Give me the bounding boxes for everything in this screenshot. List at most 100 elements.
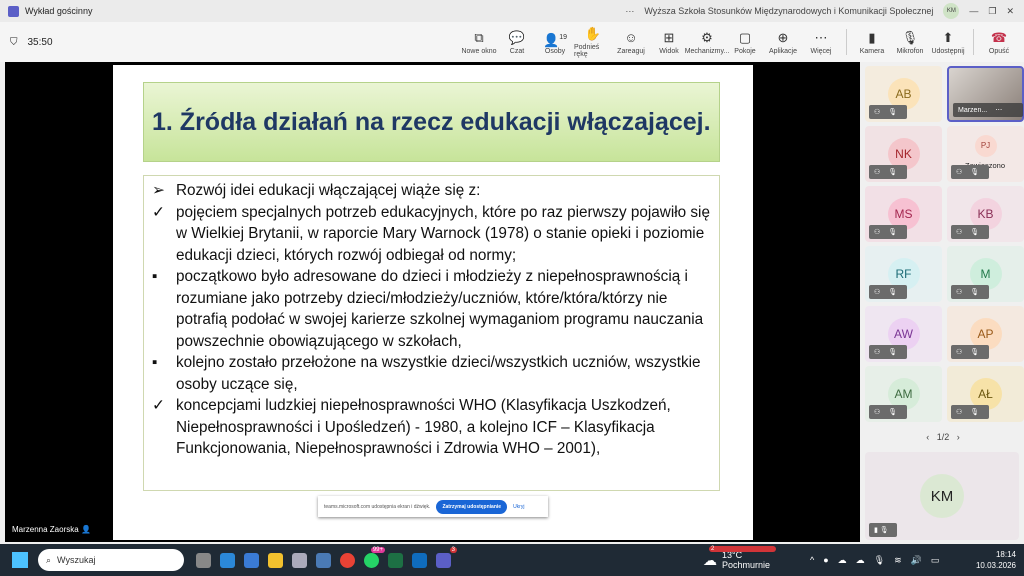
- participant-avatar: PJ: [975, 135, 997, 157]
- participant-tile[interactable]: M⚇🎙: [947, 246, 1024, 302]
- window-title: Wykład gościnny: [25, 6, 92, 16]
- computer-icon[interactable]: [316, 553, 331, 568]
- slide-body: ➢Rozwój idei edukacji włączającej wiąże …: [143, 175, 720, 491]
- user-avatar[interactable]: KM: [943, 3, 959, 19]
- tool-8[interactable]: ⊕Aplikacje: [764, 30, 802, 55]
- clock[interactable]: 18:1410.03.2026: [976, 549, 1016, 571]
- prev-page-button[interactable]: ‹: [926, 432, 929, 442]
- participant-tile[interactable]: KB⚇🎙: [947, 186, 1024, 242]
- tool-6[interactable]: ⚙Mechanizmy...: [688, 30, 726, 55]
- excel-icon[interactable]: [388, 553, 403, 568]
- teams-logo-icon: [8, 6, 19, 17]
- participant-name: Marzen...: [958, 107, 987, 114]
- share-icon: ⬆: [943, 30, 954, 45]
- leave-label: Opuść: [989, 48, 1009, 55]
- wifi-icon[interactable]: ≋: [894, 555, 902, 566]
- tool-icon: ▢: [739, 30, 751, 45]
- tool-0[interactable]: ⧉ Nowe okno: [460, 30, 498, 55]
- teams-badge: 3: [450, 547, 457, 553]
- participant-tile[interactable]: RF⚇🎙: [865, 246, 942, 302]
- outlook-icon[interactable]: [412, 553, 427, 568]
- minimize-button[interactable]: —: [969, 6, 978, 16]
- title-bar: Wykład gościnny ··· Wyższa Szkoła Stosunk…: [0, 0, 1024, 22]
- mic-muted-icon[interactable]: 🎙: [874, 555, 885, 566]
- mic-label: Mikrofon: [897, 48, 924, 55]
- battery-icon[interactable]: ▭: [931, 555, 940, 566]
- file-explorer-icon[interactable]: [268, 553, 283, 568]
- participant-badge: ⚇🎙: [869, 405, 907, 419]
- mic-off-icon: 🎙: [970, 408, 979, 416]
- item-text: Rozwój idei edukacji włączającej wiąże s…: [176, 180, 480, 202]
- tool-icon: ⊞: [664, 30, 675, 45]
- tool-3[interactable]: ✋Podnieś rękę: [574, 26, 612, 58]
- next-page-button[interactable]: ›: [957, 432, 960, 442]
- bullet-icon: ▪: [152, 266, 176, 352]
- participant-badge: ⚇🎙: [869, 225, 907, 239]
- tool-2[interactable]: 👤19Osoby: [536, 30, 574, 55]
- tool-1[interactable]: 💬Czat: [498, 30, 536, 55]
- hand-icon: ⚇: [874, 408, 880, 416]
- participant-tile[interactable]: PJZawieszono⚇🎙: [947, 126, 1024, 182]
- help-icon[interactable]: [220, 553, 235, 568]
- system-tray: ^ ● ☁ ☁ 🎙 ≋ 🔊 ▭: [810, 555, 939, 566]
- slide-list-item: ✓koncepcjami ludzkiej niepełnosprawności…: [152, 395, 711, 460]
- volume-icon[interactable]: 🔊: [911, 555, 922, 566]
- participant-tile[interactable]: NK⚇🎙: [865, 126, 942, 182]
- participant-tile[interactable]: MS⚇🎙: [865, 186, 942, 242]
- teams-icon[interactable]: 3: [436, 553, 451, 568]
- participant-tile[interactable]: AP⚇🎙: [947, 306, 1024, 362]
- store-icon[interactable]: [244, 553, 259, 568]
- chevron-up-icon[interactable]: ^: [810, 555, 814, 566]
- camera-button[interactable]: ▮Kamera: [853, 30, 891, 55]
- chrome-icon[interactable]: [340, 553, 355, 568]
- search-icon: ⌕: [46, 555, 51, 566]
- tool-4[interactable]: ☺Zareaguj: [612, 30, 650, 55]
- taskbar-search[interactable]: ⌕Wyszukaj: [38, 549, 184, 571]
- mic-off-icon: 🎙: [888, 228, 897, 236]
- onedrive-icon[interactable]: ☁: [856, 555, 865, 566]
- close-button[interactable]: ✕: [1006, 6, 1014, 17]
- participant-tile[interactable]: AB⚇🎙: [865, 66, 942, 122]
- teams-tray-icon[interactable]: ●: [823, 555, 828, 566]
- tool-icon: ✋: [585, 26, 601, 41]
- tool-icon: 👤19: [543, 30, 567, 45]
- participant-tile[interactable]: Marzen... ⋯: [947, 66, 1024, 122]
- task-view-icon[interactable]: [196, 553, 211, 568]
- participants-panel: ‹ 1/2 › KM ▮ 🎙 AB⚇🎙Marzen... ⋯NK⚇🎙PJZawi…: [862, 62, 1024, 544]
- hand-icon: ⚇: [874, 168, 880, 176]
- notepad-icon[interactable]: [292, 553, 307, 568]
- cloud-tray-icon[interactable]: ☁: [838, 555, 847, 566]
- participant-tile[interactable]: AM⚇🎙: [865, 366, 942, 422]
- share-button[interactable]: ⬆Udostępnij: [929, 30, 967, 55]
- participant-badge: ⚇🎙: [951, 405, 989, 419]
- start-button[interactable]: [12, 552, 28, 568]
- bullet-icon: ➢: [152, 180, 176, 202]
- whatsapp-icon[interactable]: 99+: [364, 553, 379, 568]
- participant-badge: ⚇🎙: [951, 165, 989, 179]
- tool-9[interactable]: ⋯Więcej: [802, 30, 840, 55]
- self-tile[interactable]: KM ▮ 🎙: [865, 452, 1019, 540]
- tool-7[interactable]: ▢Pokoje: [726, 30, 764, 55]
- stop-sharing-button[interactable]: Zatrzymaj udostępnianie: [436, 500, 507, 514]
- weather-widget[interactable]: ☁ 13°CPochmurnie 2: [703, 550, 770, 570]
- slide-list-item: ➢Rozwój idei edukacji włączającej wiąże …: [152, 180, 711, 202]
- hand-icon: ⚇: [956, 408, 962, 416]
- tool-icon: ⧉: [474, 30, 483, 45]
- more-icon[interactable]: ···: [625, 6, 634, 16]
- camera-label: Kamera: [860, 48, 885, 55]
- mic-button[interactable]: 🎙Mikrofon: [891, 30, 929, 55]
- mic-off-icon: 🎙: [970, 348, 979, 356]
- tool-5[interactable]: ⊞Widok: [650, 30, 688, 55]
- tool-icon: ⋯: [815, 30, 828, 45]
- tool-label: Nowe okno: [461, 48, 496, 55]
- taskbar: ⌕Wyszukaj 99+ 3 ☁ 13°CPochmurnie 2 ^ ● ☁ ☁ 🎙…: [0, 544, 1024, 576]
- maximize-button[interactable]: ❐: [988, 6, 996, 17]
- participant-tile[interactable]: AŁ⚇🎙: [947, 366, 1024, 422]
- hand-icon: ⚇: [956, 288, 962, 296]
- hide-link[interactable]: Ukryj: [513, 504, 524, 510]
- mic-off-icon: 🎙: [970, 168, 979, 176]
- participant-tile[interactable]: AW⚇🎙: [865, 306, 942, 362]
- slide-title: 1. Źródła działań na rzecz edukacji włąc…: [143, 82, 720, 162]
- leave-button[interactable]: ☎Opuść: [980, 30, 1018, 55]
- org-name: Wyższa Szkoła Stosunków Międzynarodowych…: [644, 6, 933, 16]
